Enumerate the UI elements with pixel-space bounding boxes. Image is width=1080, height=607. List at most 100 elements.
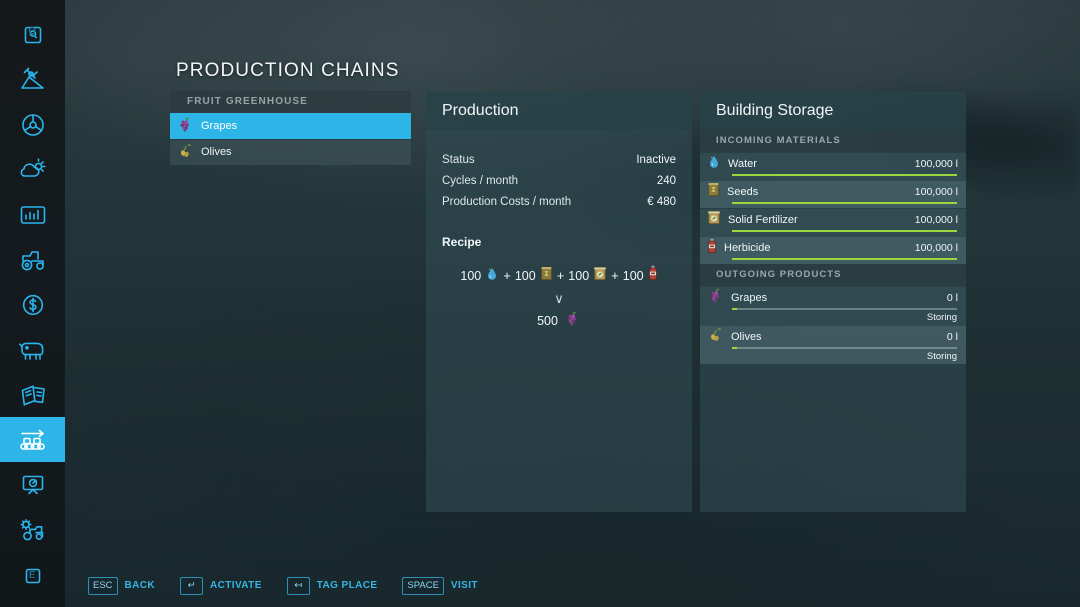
storage-item-amount: 100,000 l [914, 241, 958, 254]
stat-value: 240 [656, 175, 676, 188]
production-chain-list: FRUIT GREENHOUSE Grapes Olives [170, 91, 411, 165]
help-action-visit[interactable]: SPACE VISIT [402, 577, 478, 595]
solid-fertilizer-icon [707, 210, 721, 230]
stat-row-cycles: Cycles / month 240 [442, 173, 676, 189]
recipe-input-seeds: 100 [515, 266, 553, 286]
recipe-input-amount: 100 [460, 268, 482, 283]
help-label: BACK [124, 580, 156, 591]
help-action-activate[interactable]: ↵ ACTIVATE [180, 577, 262, 595]
recipe-plus-sign: + [556, 268, 565, 284]
production-panel-body: Status Inactive Cycles / month 240 Produ… [426, 130, 692, 512]
building-storage-panel: Building Storage INCOMING MATERIALS Wate… [700, 92, 966, 512]
production-panel-header: Production [426, 92, 692, 130]
storage-fill-bar [732, 230, 957, 232]
storage-fill-bar [732, 258, 957, 260]
storage-row-olives[interactable]: Olives 0 l Storing [700, 325, 966, 364]
storage-item-name: Seeds [727, 185, 759, 198]
recipe-inputs: 100 + 100 + 100 + 100 [442, 265, 676, 286]
help-label: TAG PLACE [316, 580, 378, 591]
help-action-tag-place[interactable]: ↤ TAG PLACE [286, 577, 378, 595]
storage-row-seeds[interactable]: Seeds 100,000 l [700, 180, 966, 208]
key-e-label: E [28, 569, 37, 581]
herbicide-bottle-icon [707, 238, 717, 259]
chain-group-title: FRUIT GREENHOUSE [170, 91, 411, 113]
storage-item-amount: 100,000 l [914, 157, 958, 170]
recipe-input-solid-fertilizer: 100 [568, 266, 607, 286]
stat-row-status: Status Inactive [442, 152, 676, 168]
grapes-icon [177, 116, 194, 138]
help-label: VISIT [450, 580, 478, 591]
stat-label: Production Costs / month [442, 196, 572, 209]
sidebar-item-weather[interactable] [0, 147, 65, 192]
herbicide-bottle-icon [648, 265, 658, 286]
recipe-input-herbicide: 100 [623, 265, 658, 286]
production-icon [17, 427, 49, 453]
animals-icon [18, 338, 48, 362]
stat-label: Cycles / month [442, 175, 519, 188]
status-badge: Inactive [636, 154, 676, 166]
storage-row-water[interactable]: Water 100,000 l [700, 152, 966, 180]
building-storage-header: Building Storage [700, 92, 966, 130]
storage-fill-bar [732, 174, 957, 176]
recipe-plus-sign: + [503, 268, 511, 284]
grapes-icon [564, 310, 581, 332]
storage-row-grapes[interactable]: Grapes 0 l Storing [700, 286, 966, 325]
satellite-field-icon [19, 67, 47, 93]
sidebar-item-contracts[interactable] [0, 372, 65, 417]
sidebar-item-construction[interactable] [0, 462, 65, 507]
sidebar-item-production[interactable] [0, 417, 65, 462]
key-badge: ↤ [286, 577, 310, 595]
contracts-icon [19, 383, 47, 407]
recipe-input-amount: 100 [568, 268, 590, 283]
recipe-input-water: 100 [460, 266, 499, 286]
sidebar-item-vehicle-settings[interactable] [0, 507, 65, 552]
storage-item-amount: 0 l [946, 330, 958, 343]
storage-item-status: Storing [926, 350, 957, 362]
key-badge: ↵ [180, 577, 204, 595]
sidebar-item-finances[interactable] [0, 282, 65, 327]
outgoing-products-header: OUTGOING PRODUCTS [700, 264, 966, 286]
recipe-input-amount: 100 [514, 268, 536, 283]
sidebar-item-field-satellite[interactable] [0, 57, 65, 102]
tractor-icon [18, 248, 48, 272]
recipe-flow-arrow: ∨ [554, 291, 564, 307]
sidebar-item-statistics[interactable] [0, 192, 65, 237]
help-label: ACTIVATE [210, 580, 262, 591]
sidebar-item-key-e[interactable]: E [0, 553, 65, 598]
storage-fill-bar [732, 308, 957, 310]
storage-item-status: Storing [926, 311, 957, 323]
storage-item-name: Olives [731, 330, 762, 343]
recipe-plus-sign: + [611, 268, 619, 284]
game-ui-screen: E Q PRODUCTION CHAINS FRUIT GREENHOUSE G… [0, 0, 1080, 607]
production-panel: Production Status Inactive Cycles / mont… [426, 92, 692, 512]
key-badge: ESC [88, 577, 118, 595]
key-q-label: Q [28, 26, 37, 37]
storage-fill-bar [732, 347, 957, 349]
sidebar-item-tractor[interactable] [0, 237, 65, 282]
chain-list-item-label: Grapes [201, 120, 238, 132]
settings-vehicle-icon [18, 518, 48, 542]
chain-list-item-grapes[interactable]: Grapes [170, 113, 411, 139]
sidebar-item-vehicles-steering[interactable] [0, 102, 65, 147]
grapes-icon [707, 287, 724, 309]
storage-item-amount: 100,000 l [914, 185, 958, 198]
help-action-back[interactable]: ESC BACK [88, 577, 155, 595]
storage-item-amount: 100,000 l [914, 213, 958, 226]
page-title: PRODUCTION CHAINS [176, 60, 400, 81]
storage-row-solid-fertilizer[interactable]: Solid Fertilizer 100,000 l [700, 208, 966, 236]
sidebar-item-animals[interactable] [0, 327, 65, 372]
weather-icon [19, 157, 47, 183]
stat-value: € 480 [647, 196, 676, 209]
recipe-output-amount: 500 [537, 314, 558, 329]
help-bar: ESC BACK ↵ ACTIVATE ↤ TAG PLACE SPACE VI… [88, 577, 478, 595]
building-storage-body: INCOMING MATERIALS Water 100,000 l Seeds [700, 130, 966, 512]
olives-icon [707, 326, 724, 348]
storage-item-amount: 0 l [946, 291, 958, 304]
production-panel-title: Production [442, 102, 519, 119]
storage-item-name: Solid Fertilizer [728, 213, 798, 226]
sidebar-rail: E Q [0, 0, 65, 607]
chain-list-item-olives[interactable]: Olives [170, 139, 411, 165]
storage-item-name: Grapes [731, 291, 768, 304]
incoming-materials-header: INCOMING MATERIALS [700, 130, 966, 152]
storage-row-herbicide[interactable]: Herbicide 100,000 l [700, 236, 966, 264]
